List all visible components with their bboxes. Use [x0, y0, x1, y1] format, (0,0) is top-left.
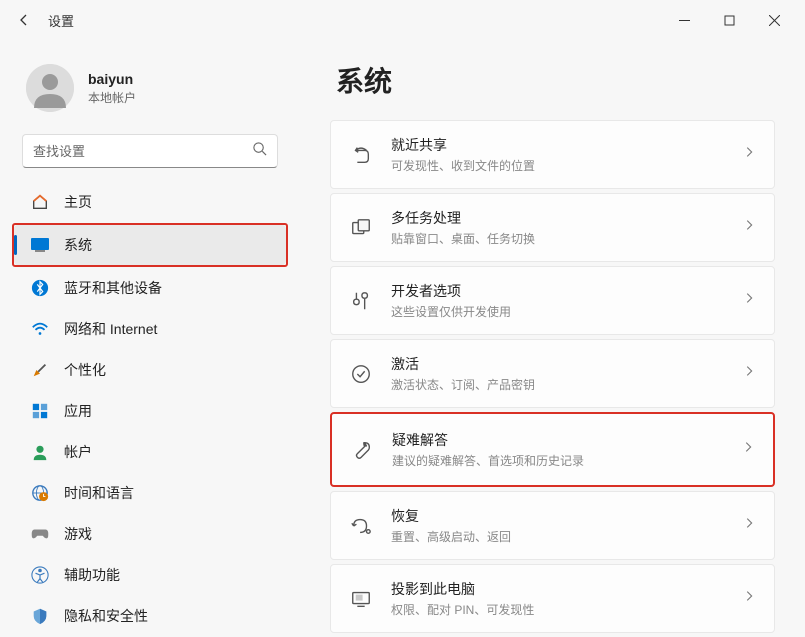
sidebar-item-personalization[interactable]: 个性化 — [14, 350, 286, 390]
sidebar-item-home[interactable]: 主页 — [14, 182, 286, 222]
chevron-right-icon — [741, 440, 755, 459]
sidebar-item-label: 蓝牙和其他设备 — [64, 278, 162, 298]
sidebar-item-label: 帐户 — [64, 442, 92, 462]
sidebar-item-label: 隐私和安全性 — [64, 606, 148, 626]
tools-icon — [349, 289, 373, 313]
profile-type: 本地帐户 — [88, 89, 136, 106]
maximize-icon — [724, 15, 735, 26]
card-title: 开发者选项 — [391, 281, 724, 301]
sidebar-item-privacy[interactable]: 隐私和安全性 — [14, 596, 286, 636]
avatar — [26, 64, 74, 112]
sidebar-item-accessibility[interactable]: 辅助功能 — [14, 555, 286, 595]
card-title: 投影到此电脑 — [391, 579, 724, 599]
back-button[interactable] — [8, 4, 40, 36]
apps-icon — [30, 401, 50, 421]
sidebar-item-label: 个性化 — [64, 360, 106, 380]
recovery-icon — [349, 514, 373, 538]
app-title: 设置 — [48, 11, 74, 30]
maximize-button[interactable] — [707, 4, 752, 36]
card-subtitle: 重置、高级启动、返回 — [391, 528, 724, 545]
close-button[interactable] — [752, 4, 797, 36]
home-icon — [30, 192, 50, 212]
settings-card-list: 就近共享 可发现性、收到文件的位置 多任务处理 贴靠窗口、桌面、任务切换 — [330, 120, 775, 637]
main-panel: 系统 就近共享 可发现性、收到文件的位置 多任务处理 — [300, 40, 805, 637]
sidebar-item-bluetooth[interactable]: 蓝牙和其他设备 — [14, 268, 286, 308]
accessibility-icon — [30, 565, 50, 585]
window-controls — [662, 4, 797, 36]
card-developer[interactable]: 开发者选项 这些设置仅供开发使用 — [330, 266, 775, 335]
card-multitasking[interactable]: 多任务处理 贴靠窗口、桌面、任务切换 — [330, 193, 775, 262]
sidebar-item-time-language[interactable]: 时间和语言 — [14, 473, 286, 513]
card-recovery[interactable]: 恢复 重置、高级启动、返回 — [330, 491, 775, 560]
chevron-right-icon — [742, 291, 756, 310]
multitask-icon — [349, 216, 373, 240]
shield-icon — [30, 606, 50, 626]
sidebar-item-gaming[interactable]: 游戏 — [14, 514, 286, 554]
share-icon — [349, 143, 373, 167]
sidebar-item-label: 辅助功能 — [64, 565, 120, 585]
card-projecting[interactable]: 投影到此电脑 权限、配对 PIN、可发现性 — [330, 564, 775, 633]
chevron-right-icon — [742, 218, 756, 237]
wrench-icon — [350, 438, 374, 462]
arrow-left-icon — [16, 12, 32, 28]
chevron-right-icon — [742, 364, 756, 383]
card-troubleshoot[interactable]: 疑难解答 建议的疑难解答、首选项和历史记录 — [330, 412, 775, 487]
user-profile[interactable]: baiyun 本地帐户 — [8, 52, 292, 124]
close-icon — [769, 15, 780, 26]
system-icon — [30, 235, 50, 255]
titlebar: 设置 — [0, 0, 805, 40]
sidebar-item-label: 网络和 Internet — [64, 319, 157, 339]
chevron-right-icon — [742, 145, 756, 164]
search-box[interactable] — [22, 134, 278, 168]
globe-clock-icon — [30, 483, 50, 503]
card-title: 恢复 — [391, 506, 724, 526]
nav-list: 主页 系统 蓝牙和其他设备 网络和 — [8, 182, 292, 636]
card-subtitle: 可发现性、收到文件的位置 — [391, 157, 724, 174]
bluetooth-icon — [30, 278, 50, 298]
minimize-button[interactable] — [662, 4, 707, 36]
gamepad-icon — [30, 524, 50, 544]
sidebar-item-label: 应用 — [64, 401, 92, 421]
sidebar-item-apps[interactable]: 应用 — [14, 391, 286, 431]
project-icon — [349, 587, 373, 611]
chevron-right-icon — [742, 589, 756, 608]
card-title: 疑难解答 — [392, 430, 723, 450]
wifi-icon — [30, 319, 50, 339]
card-title: 就近共享 — [391, 135, 724, 155]
profile-name: baiyun — [88, 71, 136, 87]
card-title: 多任务处理 — [391, 208, 724, 228]
search-input[interactable] — [33, 144, 252, 159]
card-subtitle: 激活状态、订阅、产品密钥 — [391, 376, 724, 393]
chevron-right-icon — [742, 516, 756, 535]
minimize-icon — [679, 15, 690, 26]
card-title: 激活 — [391, 354, 724, 374]
sidebar: baiyun 本地帐户 主页 系统 — [0, 40, 300, 637]
card-subtitle: 建议的疑难解答、首选项和历史记录 — [392, 452, 723, 469]
sidebar-item-system[interactable]: 系统 — [14, 225, 286, 265]
highlight-system-nav: 系统 — [12, 223, 288, 267]
card-subtitle: 这些设置仅供开发使用 — [391, 303, 724, 320]
sidebar-item-label: 系统 — [64, 235, 92, 255]
sidebar-item-label: 主页 — [64, 192, 92, 212]
sidebar-item-accounts[interactable]: 帐户 — [14, 432, 286, 472]
sidebar-item-label: 时间和语言 — [64, 483, 134, 503]
page-title: 系统 — [336, 60, 775, 100]
brush-icon — [30, 360, 50, 380]
person-icon — [30, 442, 50, 462]
sidebar-item-label: 游戏 — [64, 524, 92, 544]
card-nearby-sharing[interactable]: 就近共享 可发现性、收到文件的位置 — [330, 120, 775, 189]
search-icon — [252, 141, 267, 161]
check-circle-icon — [349, 362, 373, 386]
sidebar-item-network[interactable]: 网络和 Internet — [14, 309, 286, 349]
card-subtitle: 权限、配对 PIN、可发现性 — [391, 601, 724, 618]
card-subtitle: 贴靠窗口、桌面、任务切换 — [391, 230, 724, 247]
card-activation[interactable]: 激活 激活状态、订阅、产品密钥 — [330, 339, 775, 408]
